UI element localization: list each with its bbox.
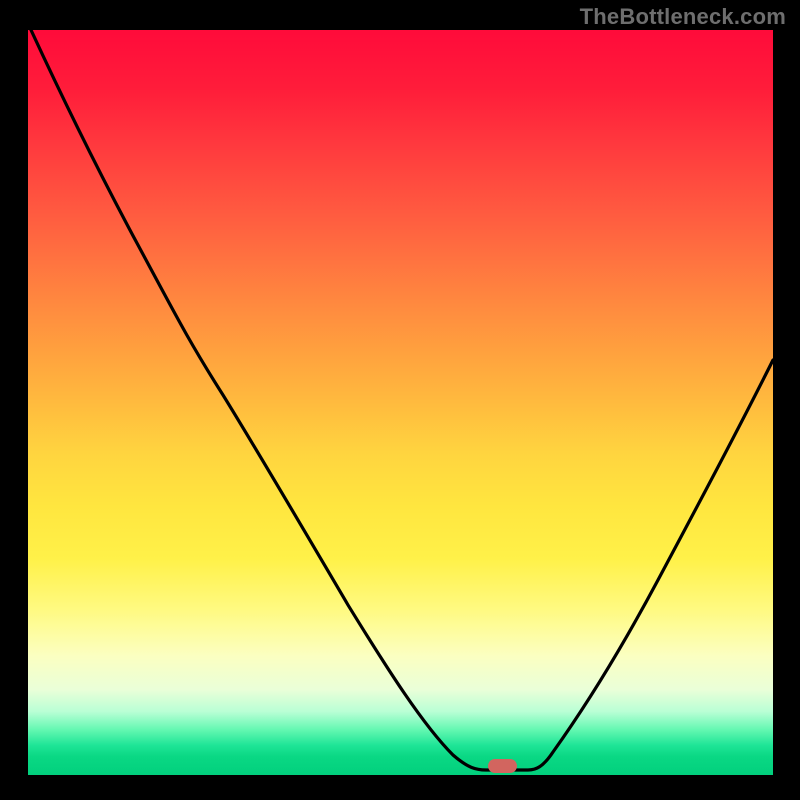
watermark-text: TheBottleneck.com [580,4,786,30]
plot-area [28,30,773,775]
bottleneck-curve [28,30,773,775]
chart-frame: TheBottleneck.com [0,0,800,800]
curve-path [31,30,773,770]
optimal-marker [488,759,517,773]
